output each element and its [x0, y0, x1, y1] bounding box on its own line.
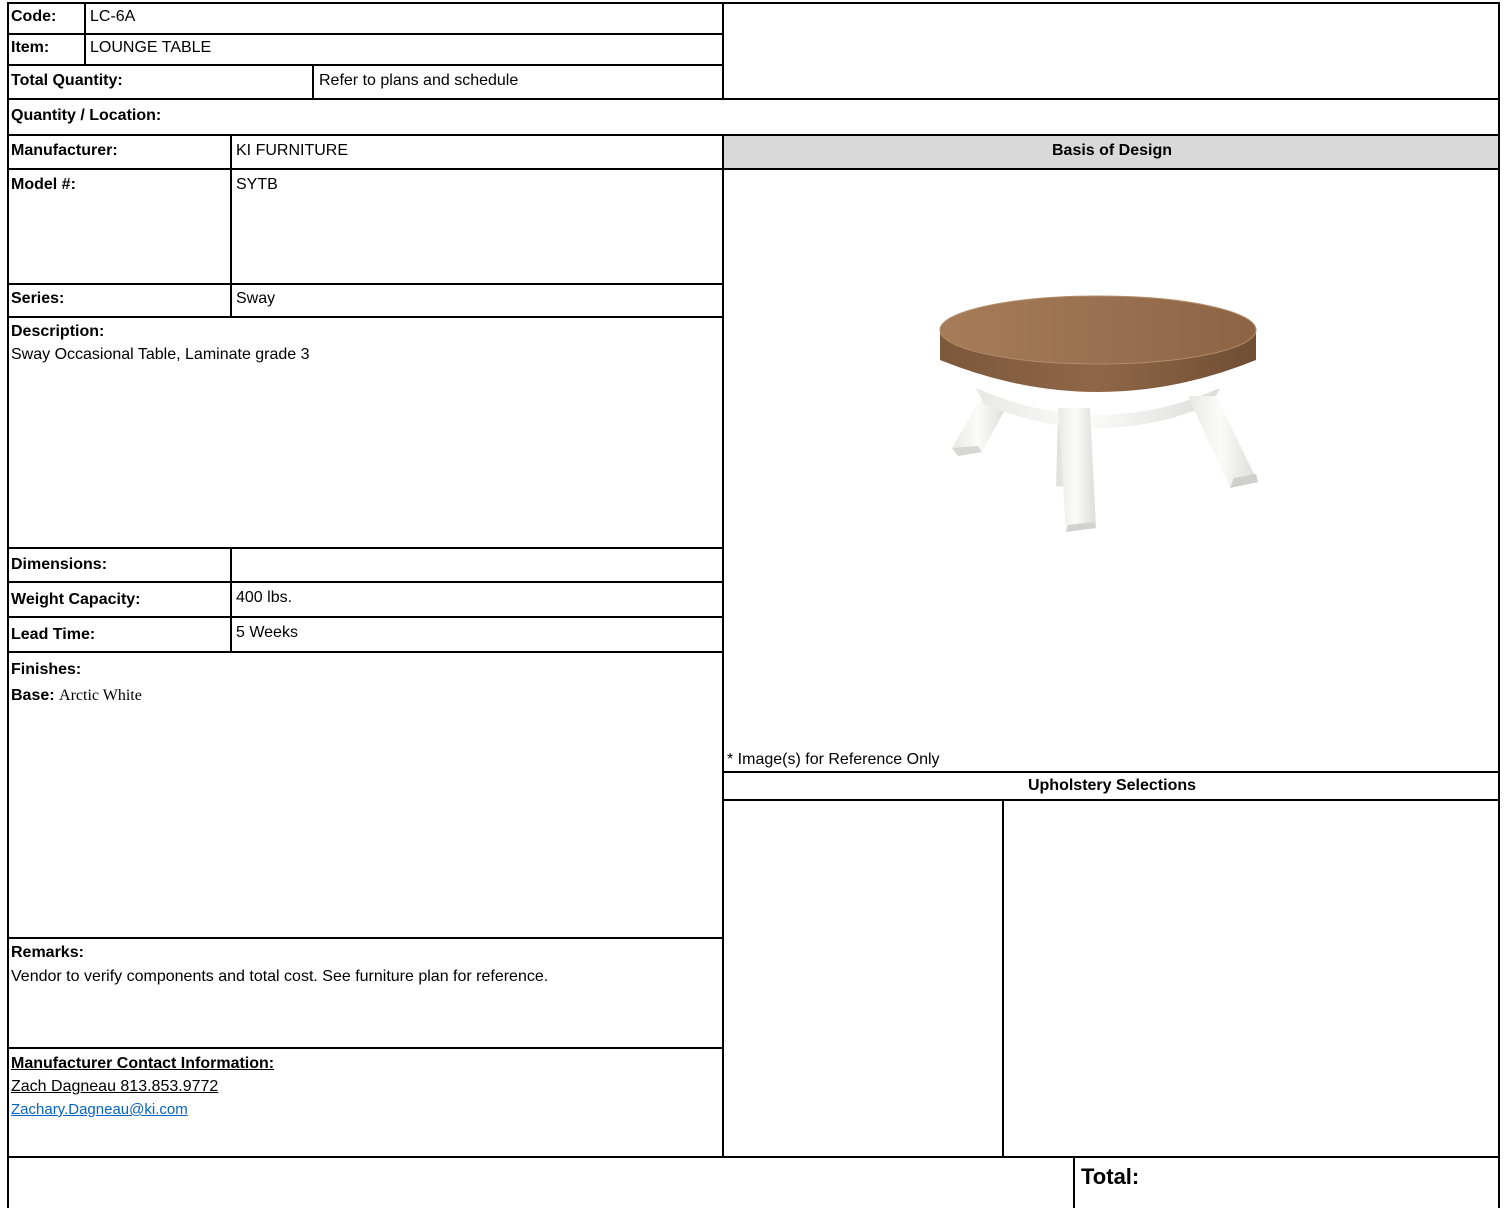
- finish-base: Base: Arctic White: [11, 686, 142, 705]
- lead-time-value: 5 Weeks: [236, 624, 298, 641]
- remarks-value: Vendor to verify components and total co…: [11, 968, 549, 985]
- model-value: SYTB: [236, 176, 278, 193]
- contact-name-phone: Zach Dagneau 813.853.9772: [11, 1078, 219, 1095]
- finish-base-value: Arctic White: [59, 687, 142, 704]
- total-quantity-value: Refer to plans and schedule: [319, 72, 519, 89]
- dimensions-label: Dimensions:: [11, 556, 108, 573]
- quantity-location-label: Quantity / Location:: [11, 107, 162, 124]
- model-label: Model #:: [11, 176, 76, 193]
- contact-email-link[interactable]: Zachary.Dagneau@ki.com: [11, 1100, 188, 1119]
- weight-capacity-label: Weight Capacity:: [11, 591, 141, 608]
- item-value: LOUNGE TABLE: [90, 39, 212, 56]
- description-value: Sway Occasional Table, Laminate grade 3: [11, 346, 310, 363]
- finish-base-label: Base:: [11, 687, 55, 704]
- upholstery-selections-title: Upholstery Selections: [1027, 777, 1197, 794]
- image-reference-note: * Image(s) for Reference Only: [727, 751, 940, 768]
- contact-info-label: Manufacturer Contact Information:: [11, 1055, 275, 1072]
- code-label: Code:: [11, 8, 57, 25]
- weight-capacity-value: 400 lbs.: [236, 589, 293, 606]
- lounge-table-image: [939, 295, 1258, 532]
- code-value: LC-6A: [90, 8, 136, 25]
- remarks-label: Remarks:: [11, 944, 84, 961]
- series-value: Sway: [236, 290, 276, 307]
- manufacturer-value: KI FURNITURE: [236, 142, 348, 159]
- total-quantity-label: Total Quantity:: [11, 72, 123, 89]
- lead-time-label: Lead Time:: [11, 626, 96, 643]
- item-label: Item:: [11, 39, 50, 56]
- finishes-label: Finishes:: [11, 661, 82, 678]
- series-label: Series:: [11, 290, 65, 307]
- description-label: Description:: [11, 323, 105, 340]
- basis-of-design-title: Basis of Design: [1051, 142, 1173, 159]
- total-label: Total:: [1081, 1164, 1140, 1189]
- manufacturer-label: Manufacturer:: [11, 142, 118, 159]
